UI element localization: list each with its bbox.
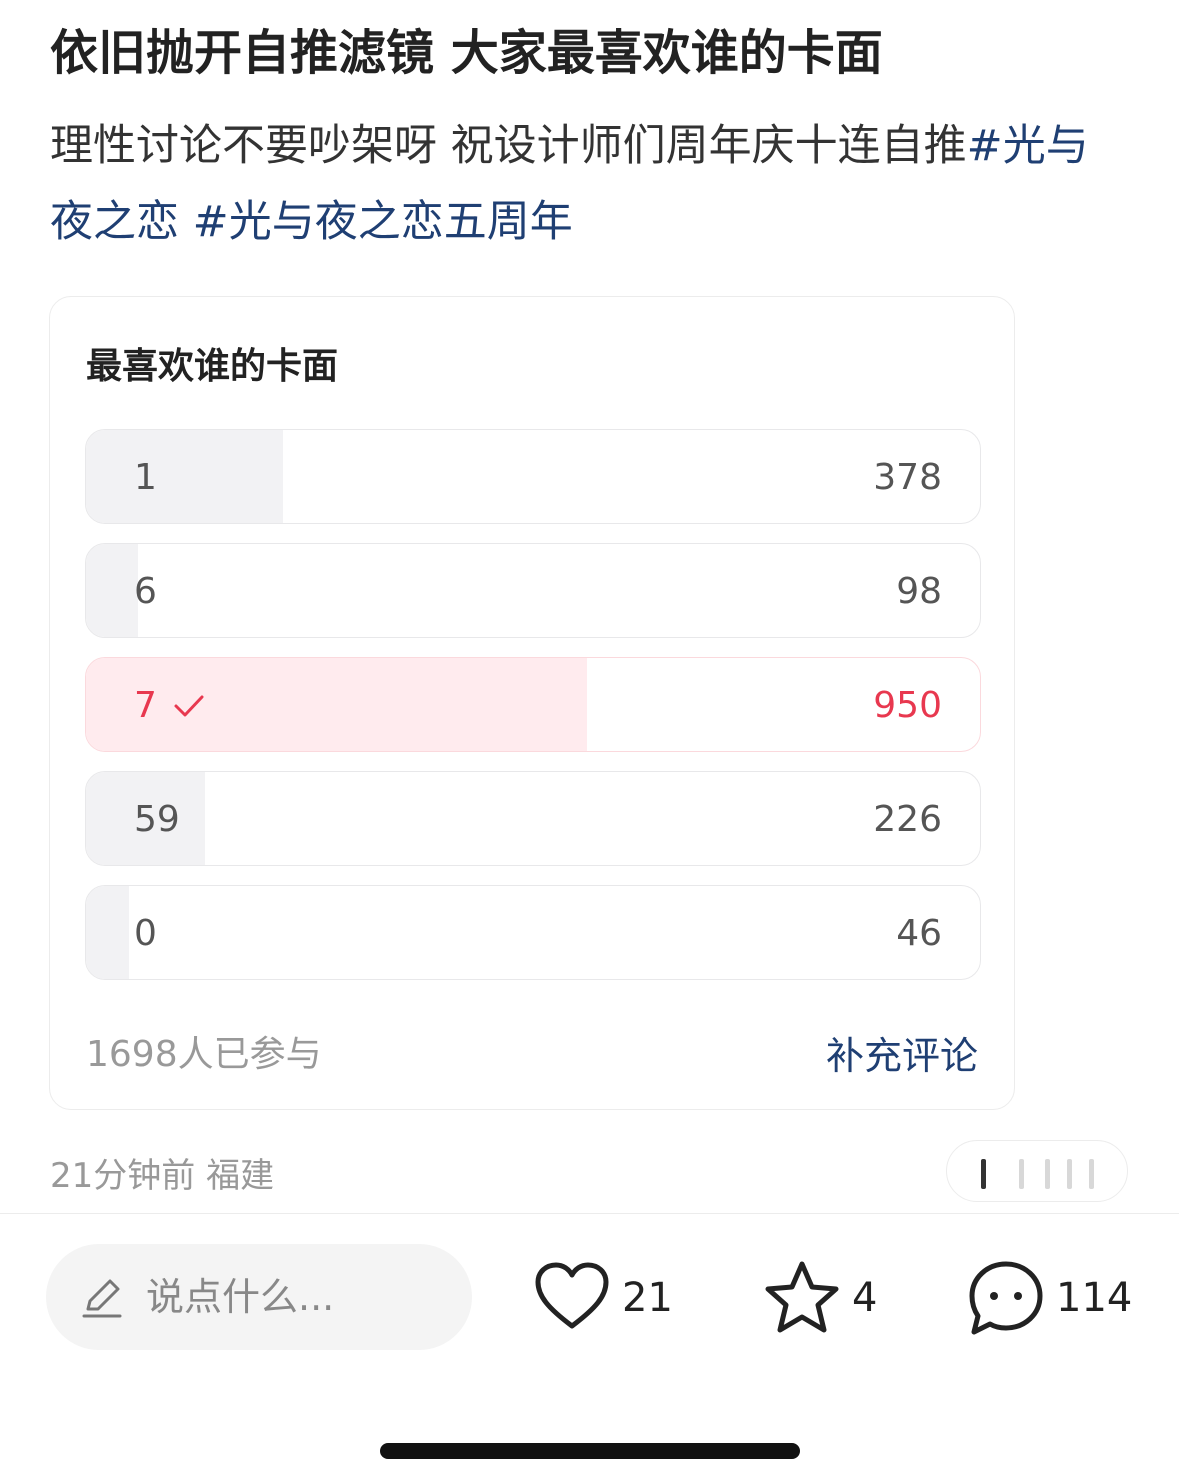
poll-option-selected[interactable]: 7 950 bbox=[85, 657, 981, 752]
like-count: 21 bbox=[622, 1275, 673, 1321]
poll-participants: 1698人已参与 bbox=[86, 1034, 322, 1075]
poll-card: 最喜欢谁的卡面 1 378 6 98 7 950 59 226 0 46 169… bbox=[49, 296, 1015, 1110]
comment-placeholder: 说点什么... bbox=[146, 1275, 335, 1319]
comment-count: 114 bbox=[1056, 1275, 1133, 1321]
check-icon bbox=[174, 695, 204, 716]
home-indicator bbox=[380, 1443, 800, 1459]
hashtag-link[interactable]: #光与夜之恋五周年 bbox=[193, 197, 573, 247]
post-title: 依旧抛开自推滤镜 大家最喜欢谁的卡面 bbox=[50, 25, 883, 81]
divider bbox=[0, 1213, 1179, 1214]
poll-option-label: 7 bbox=[134, 685, 157, 726]
poll-option-label: 1 bbox=[134, 457, 157, 498]
favorite-count: 4 bbox=[852, 1275, 878, 1321]
poll-option[interactable]: 0 46 bbox=[85, 885, 981, 980]
favorite-button[interactable]: 4 bbox=[762, 1256, 877, 1340]
star-icon bbox=[765, 1261, 839, 1333]
poll-option-fill bbox=[86, 886, 129, 979]
poll-option-count: 226 bbox=[873, 799, 942, 840]
poll-option-label: 6 bbox=[134, 571, 157, 612]
poll-option-fill bbox=[86, 430, 283, 523]
comment-bubble-icon bbox=[969, 1261, 1043, 1335]
comment-button[interactable]: 114 bbox=[966, 1256, 1132, 1340]
poll-option[interactable]: 6 98 bbox=[85, 543, 981, 638]
poll-option-count: 46 bbox=[896, 913, 942, 954]
pencil-icon bbox=[82, 1279, 122, 1318]
poll-option-fill bbox=[86, 544, 138, 637]
post-description: 理性讨论不要吵架呀 祝设计师们周年庆十连自推#光与夜之恋 #光与夜之恋五周年 bbox=[50, 108, 1130, 260]
poll-option-count: 950 bbox=[873, 685, 942, 726]
supplement-comment-link[interactable]: 补充评论 bbox=[826, 1025, 978, 1080]
like-button[interactable]: 21 bbox=[532, 1256, 673, 1340]
comment-input[interactable]: 说点什么... bbox=[46, 1244, 472, 1350]
post-time-location: 21分钟前 福建 bbox=[50, 1156, 275, 1196]
poll-option-label: 59 bbox=[134, 799, 180, 840]
audio-waveform-icon[interactable] bbox=[946, 1140, 1128, 1202]
poll-title: 最喜欢谁的卡面 bbox=[86, 346, 339, 387]
poll-option-count: 378 bbox=[873, 457, 942, 498]
poll-option[interactable]: 59 226 bbox=[85, 771, 981, 866]
poll-option-label: 0 bbox=[134, 913, 157, 954]
heart-icon bbox=[535, 1262, 609, 1329]
poll-option[interactable]: 1 378 bbox=[85, 429, 981, 524]
description-text: 理性讨论不要吵架呀 祝设计师们周年庆十连自推 bbox=[50, 121, 967, 171]
poll-option-count: 98 bbox=[896, 571, 942, 612]
